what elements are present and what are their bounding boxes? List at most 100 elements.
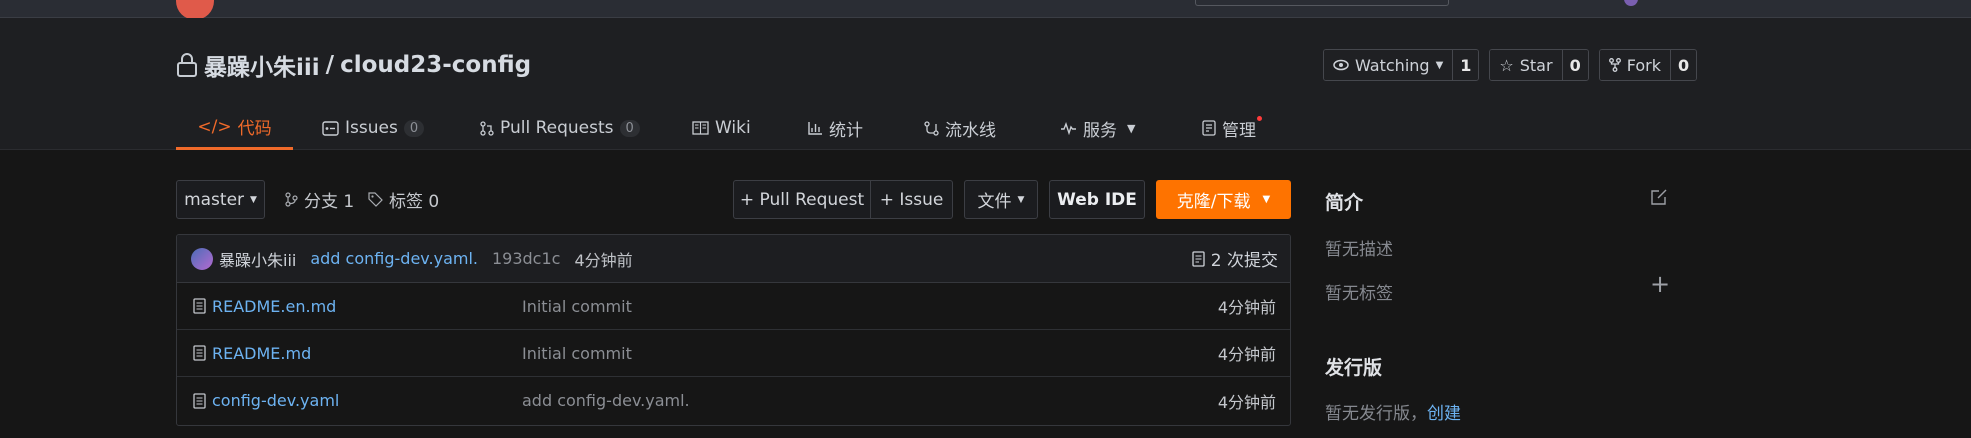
watch-group: Watching ▼ 1 [1323, 49, 1480, 81]
file-row: README.md Initial commit 4分钟前 [177, 330, 1290, 377]
no-release-text: 暂无发行版， [1325, 404, 1427, 424]
release-info: 暂无发行版，创建 [1325, 399, 1461, 424]
file-commit-message[interactable]: add config-dev.yaml. [522, 391, 690, 410]
user-avatar[interactable] [1624, 0, 1638, 6]
tab-services-label: 服务 [1083, 120, 1117, 141]
file-name-link[interactable]: README.md [212, 344, 522, 363]
pulse-icon [1061, 121, 1076, 135]
file-menu-button[interactable]: 文件 ▼ [964, 180, 1038, 219]
tab-stats-label: 统计 [829, 120, 863, 141]
branches-link[interactable]: 分支 1 [285, 180, 354, 219]
file-icon [193, 298, 206, 314]
branch-select-value: master [184, 189, 245, 210]
caret-down-icon: ▼ [250, 194, 257, 205]
file-icon [193, 345, 206, 361]
file-name-link[interactable]: config-dev.yaml [212, 391, 522, 410]
star-icon: ☆ [1499, 55, 1514, 75]
tags-link[interactable]: 标签 0 [368, 180, 439, 219]
notification-dot [1257, 116, 1262, 121]
file-commit-message[interactable]: Initial commit [522, 297, 632, 316]
search-input[interactable] [1195, 0, 1449, 6]
tab-pipeline[interactable]: 流水线 [924, 106, 996, 150]
file-row: config-dev.yaml add config-dev.yaml. 4分钟… [177, 377, 1290, 424]
file-list: 暴躁小朱iii add config-dev.yaml. 193dc1c 4分钟… [176, 234, 1291, 426]
new-issue-button[interactable]: + Issue [870, 180, 953, 219]
new-pull-request-button[interactable]: + Pull Request [733, 180, 871, 219]
logo[interactable] [176, 0, 214, 20]
eye-icon [1333, 59, 1349, 71]
tab-code-label: 代码 [237, 119, 272, 139]
no-description-text: 暂无描述 [1325, 240, 1393, 260]
watch-count[interactable]: 1 [1453, 50, 1479, 80]
tab-stats[interactable]: 统计 [808, 106, 863, 150]
branch-select[interactable]: master ▼ [176, 180, 265, 219]
new-issue-label: + Issue [879, 189, 944, 210]
caret-down-icon: ▼ [1017, 194, 1025, 205]
caret-down-icon: ▼ [1127, 121, 1136, 135]
commits-count-label: 2 次提交 [1210, 251, 1278, 271]
caret-down-icon: ▼ [1262, 194, 1271, 205]
watch-label: Watching [1355, 55, 1430, 75]
file-row: README.en.md Initial commit 4分钟前 [177, 283, 1290, 330]
commit-message[interactable]: add config-dev.yaml. [310, 249, 478, 268]
tab-code[interactable]: </> 代码 [176, 106, 293, 150]
create-release-link[interactable]: 创建 [1427, 404, 1461, 424]
file-icon [193, 392, 206, 409]
pipeline-icon [924, 120, 939, 136]
fork-button[interactable]: Fork [1599, 50, 1671, 80]
edit-icon[interactable] [1650, 188, 1668, 206]
tab-services[interactable]: 服务 ▼ [1060, 106, 1135, 150]
author-avatar[interactable] [191, 247, 213, 270]
tab-pipeline-label: 流水线 [945, 120, 996, 141]
add-tag-icon[interactable]: + [1650, 272, 1670, 296]
star-button[interactable]: ☆ Star [1490, 50, 1563, 80]
tab-wiki-label: Wiki [715, 118, 751, 138]
web-ide-button[interactable]: Web IDE [1049, 180, 1145, 219]
file-time: 4分钟前 [1217, 392, 1276, 412]
repo-separator: / [325, 52, 335, 78]
clone-download-label: 克隆/下载 [1176, 192, 1251, 212]
fork-label: Fork [1626, 55, 1661, 75]
star-label: Star [1519, 55, 1553, 75]
tab-issues-label: Issues [345, 118, 398, 138]
fork-count[interactable]: 0 [1670, 50, 1697, 80]
file-name-link[interactable]: README.en.md [212, 297, 522, 316]
manage-icon [1202, 120, 1216, 136]
lock-icon [177, 53, 197, 77]
clone-download-button[interactable]: 克隆/下载 ▼ [1156, 180, 1291, 219]
tab-pull-requests-label: Pull Requests [500, 118, 614, 138]
bar-chart-icon [808, 122, 822, 135]
no-tags-text: 暂无标签 [1325, 284, 1393, 304]
tab-pull-requests[interactable]: Pull Requests 0 [480, 106, 640, 150]
file-commit-message[interactable]: Initial commit [522, 344, 632, 363]
caret-down-icon: ▼ [1435, 59, 1444, 71]
branch-icon [285, 192, 298, 207]
fork-icon [1608, 58, 1621, 72]
code-icon: </> [197, 116, 232, 137]
commits-count-link[interactable]: 2 次提交 [1192, 246, 1278, 271]
tag-icon [368, 192, 383, 207]
top-nav-bar [0, 0, 1971, 20]
tab-manage-label: 管理 [1222, 120, 1256, 141]
pull-request-icon [480, 120, 494, 136]
tab-issues[interactable]: Issues 0 [322, 106, 425, 150]
tags-label: 标签 0 [389, 192, 440, 212]
file-time: 4分钟前 [1217, 298, 1276, 317]
repo-owner-link[interactable]: 暴躁小朱iii [204, 48, 320, 82]
commit-author[interactable]: 暴躁小朱iii [219, 247, 296, 271]
commits-icon [1192, 250, 1205, 267]
tab-wiki[interactable]: Wiki [692, 106, 751, 150]
repo-name-link[interactable]: cloud23-config [340, 52, 531, 78]
watch-button[interactable]: Watching ▼ [1324, 50, 1454, 80]
release-title: 发行版 [1325, 357, 1383, 379]
file-menu-label: 文件 [977, 192, 1012, 212]
repo-title: 暴躁小朱iii / cloud23-config [176, 48, 531, 82]
repo-toolbar: master ▼ 分支 1 标签 0 + Pull Request + Issu… [176, 180, 1291, 220]
latest-commit-row: 暴躁小朱iii add config-dev.yaml. 193dc1c 4分钟… [177, 235, 1290, 283]
tab-manage[interactable]: 管理 [1202, 106, 1262, 150]
commit-sha[interactable]: 193dc1c [492, 249, 560, 268]
star-count[interactable]: 0 [1562, 50, 1588, 80]
issues-icon [322, 120, 339, 136]
file-time: 4分钟前 [1217, 345, 1276, 364]
book-icon [692, 121, 709, 135]
